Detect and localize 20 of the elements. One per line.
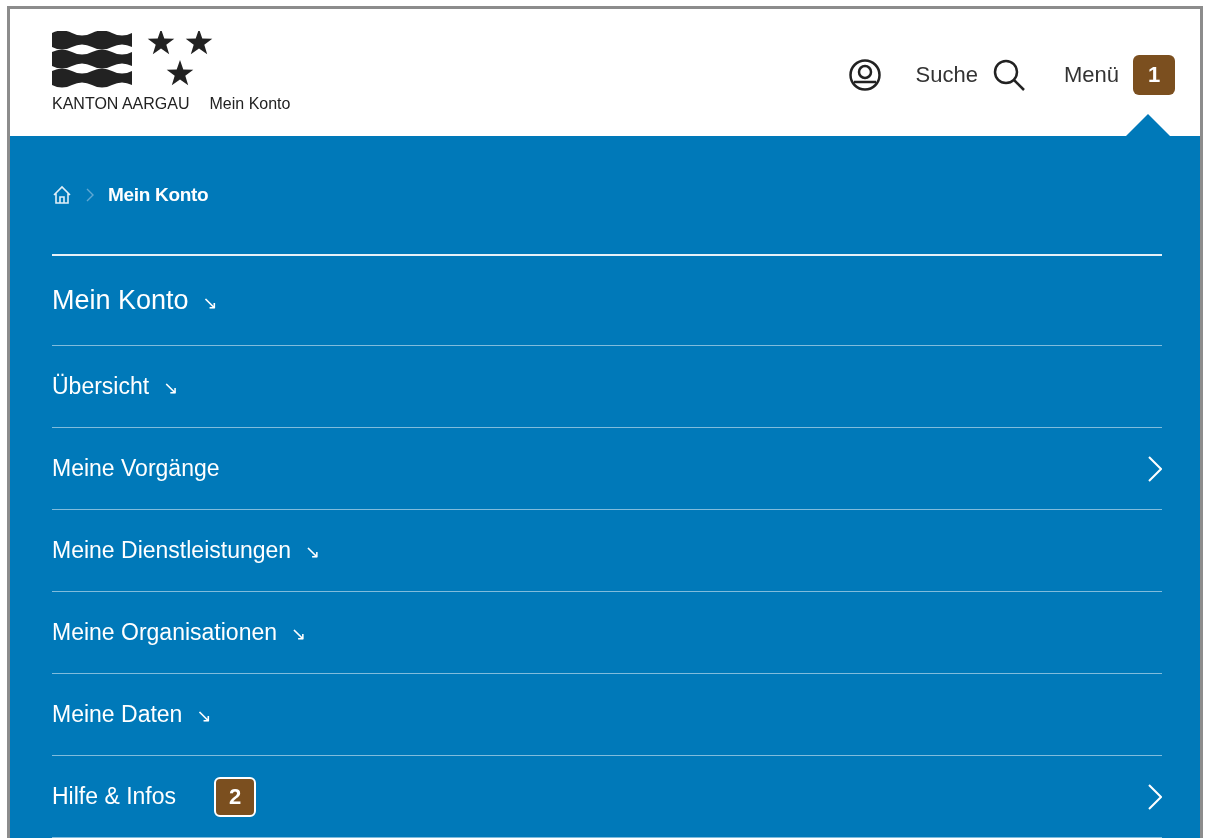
menu-item[interactable]: Mein Konto ↘	[52, 256, 1162, 346]
menu-item[interactable]: Meine Dienstleistungen ↘	[52, 510, 1162, 592]
annotation-badge: 2	[214, 776, 256, 817]
breadcrumb-chevron-icon	[86, 188, 94, 202]
breadcrumb-current: Mein Konto	[108, 184, 209, 206]
home-icon[interactable]	[52, 185, 72, 205]
brand-name: KANTON AARGAU	[52, 95, 190, 113]
menu-link[interactable]: Menü	[1063, 62, 1119, 88]
account-icon[interactable]	[847, 58, 882, 92]
menu-item[interactable]: Hilfe & Infos 2	[52, 756, 1162, 838]
search-link[interactable]: Suche	[915, 58, 1026, 92]
site-name: Mein Konto	[209, 95, 291, 113]
chevron-right-icon	[1148, 783, 1162, 810]
annotation-badge: 1	[1133, 55, 1175, 95]
menu-item[interactable]: Meine Daten ↘	[52, 674, 1162, 756]
menu-item[interactable]: Meine Organisationen ↘	[52, 592, 1162, 674]
menu-item[interactable]: Meine Vorgänge	[52, 428, 1162, 510]
menu-item[interactable]: Übersicht ↘	[52, 346, 1162, 428]
chevron-right-icon	[1148, 455, 1162, 482]
search-icon	[991, 58, 1026, 92]
